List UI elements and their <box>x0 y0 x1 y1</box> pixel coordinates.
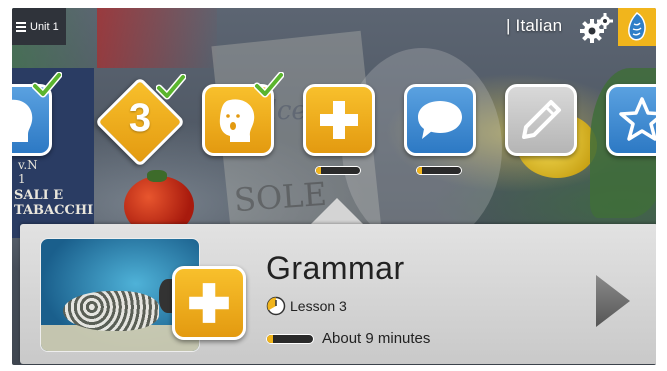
lesson-title: Grammar <box>266 250 405 286</box>
speaking-face-icon <box>219 99 255 142</box>
lesson-tile <box>505 84 577 156</box>
gears-icon <box>580 13 613 43</box>
lesson-progress-bar <box>266 333 314 344</box>
plus-icon <box>189 283 229 323</box>
unit-label: Unit 1 <box>30 20 59 33</box>
lesson-progress-fill <box>316 167 322 174</box>
path-lesson-pronunciation[interactable] <box>202 72 284 160</box>
flag-decoration <box>97 8 217 68</box>
completed-check-icon <box>32 72 62 98</box>
pencil-icon <box>522 100 561 139</box>
star-icon <box>619 97 656 141</box>
speech-bubble-icon <box>418 101 462 139</box>
head-silhouette-icon <box>12 99 33 142</box>
app-screen: v.N 1 SALI E TABACCHI Dolce SOLE Unit 1 … <box>12 8 656 365</box>
language-label: | Italian <box>506 16 563 35</box>
lesson-progress-fill <box>417 167 423 174</box>
lesson-tile <box>606 84 656 156</box>
lesson-number-label: Lesson 3 <box>290 298 347 314</box>
timer-icon <box>266 296 286 316</box>
menu-icon <box>16 21 26 32</box>
unit-menu-button[interactable]: Unit 1 <box>12 8 66 45</box>
path-lesson-grammar[interactable] <box>303 84 375 175</box>
plus-icon <box>320 101 358 139</box>
lesson-duration-row: About 9 minutes <box>266 330 430 347</box>
milestone-number: 3 <box>128 96 152 140</box>
sign-text: SALI E TABACCHI <box>14 188 94 218</box>
settings-button[interactable] <box>578 11 614 45</box>
path-lesson-writing[interactable] <box>505 84 577 160</box>
lesson-type-tile <box>172 266 246 340</box>
lesson-detail-panel[interactable]: Grammar Lesson 3 About 9 minutes <box>20 224 656 364</box>
lesson-progress-bar <box>416 166 462 175</box>
completed-check-icon <box>254 72 284 98</box>
path-lesson-core[interactable] <box>12 72 62 160</box>
lesson-progress-bar <box>315 166 361 175</box>
next-button[interactable] <box>592 272 634 330</box>
lesson-progress-fill <box>267 334 273 343</box>
sign-number: v.N 1 <box>18 158 38 186</box>
path-lesson-conversation[interactable] <box>404 84 476 175</box>
play-arrow-icon <box>596 275 630 327</box>
tomato-stem-decoration <box>147 170 167 182</box>
path-unit-milestone[interactable]: 3 <box>92 74 188 170</box>
rosetta-stone-logo-icon <box>628 12 646 41</box>
lesson-duration-label: About 9 minutes <box>322 330 431 347</box>
lesson-tile <box>303 84 375 156</box>
lesson-tile <box>404 84 476 156</box>
path-lesson-review[interactable] <box>606 84 656 160</box>
brand-logo-button[interactable] <box>618 8 656 46</box>
lesson-number-row: Lesson 3 <box>266 296 347 316</box>
completed-check-icon <box>156 74 186 100</box>
